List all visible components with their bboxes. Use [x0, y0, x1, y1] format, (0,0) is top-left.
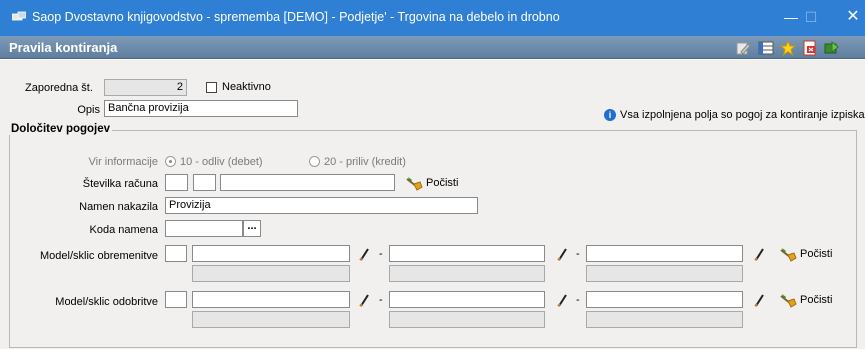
dash-separator: - [379, 294, 383, 306]
maximize-button[interactable]: ☐ [800, 8, 822, 26]
clear-label: Počisti [800, 248, 833, 260]
edit-icon[interactable] [735, 40, 751, 56]
clear-label: Počisti [800, 294, 833, 306]
koda-label: Koda namena [89, 224, 159, 236]
namen-field[interactable]: Provizija [165, 197, 478, 214]
sklic-obr-readonly-1 [192, 265, 350, 282]
sklic-obr-field-1[interactable] [192, 245, 350, 262]
pencil-icon[interactable] [358, 247, 370, 261]
app-icon [12, 11, 26, 21]
model-obr-field[interactable] [165, 245, 187, 262]
radio-priliv-label: 20 - priliv (kredit) [324, 156, 406, 168]
stevilka-part2-field[interactable] [193, 174, 216, 191]
broom-icon [780, 294, 797, 308]
neaktivno-label: Neaktivno [222, 81, 271, 93]
sklic-odo-field-3[interactable] [586, 291, 743, 308]
broom-icon [406, 177, 423, 191]
info-icon: i [604, 109, 616, 121]
sklic-odo-readonly-1 [192, 311, 350, 328]
pencil-icon[interactable] [556, 293, 568, 307]
radio-odliv[interactable] [165, 156, 176, 167]
broom-icon [780, 248, 797, 262]
vir-label: Vir informacije [88, 156, 159, 168]
star-icon[interactable] [780, 40, 796, 56]
neaktivno-checkbox[interactable] [206, 82, 217, 93]
model-odo-field[interactable] [165, 291, 187, 308]
conditions-group-title: Določitev pogojev [9, 123, 113, 135]
form-area: Zaporedna št. 2 Neaktivno Opis Bančna pr… [0, 60, 865, 349]
delete-icon[interactable] [802, 40, 818, 56]
form-title: Pravila kontiranja [9, 40, 118, 55]
sklic-obr-readonly-3 [586, 265, 743, 282]
sklic-odo-readonly-3 [586, 311, 743, 328]
model-odo-label: Model/sklic odobritve [55, 296, 158, 308]
sklic-odo-field-1[interactable] [192, 291, 350, 308]
zaporedna-field[interactable]: 2 [104, 79, 187, 96]
pencil-icon[interactable] [753, 293, 765, 307]
exit-icon[interactable] [823, 40, 839, 56]
dash-separator: - [576, 294, 580, 306]
window-title: Saop Dvostavno knjigovodstvo - sprememba… [32, 10, 560, 24]
sklic-obr-field-3[interactable] [586, 245, 743, 262]
sklic-obr-readonly-2 [389, 265, 545, 282]
form-header: Pravila kontiranja [0, 36, 865, 59]
minimize-button[interactable]: — [780, 8, 802, 26]
stevilka-part1-field[interactable] [165, 174, 188, 191]
pencil-icon[interactable] [753, 247, 765, 261]
dash-separator: - [379, 248, 383, 260]
koda-lookup-button[interactable]: ... [243, 220, 261, 237]
model-obr-label: Model/sklic obremenitve [40, 250, 158, 262]
pencil-icon[interactable] [358, 293, 370, 307]
opis-field[interactable]: Bančna provizija [104, 100, 298, 117]
radio-odliv-label: 10 - odliv (debet) [180, 156, 263, 168]
sklic-odo-readonly-2 [389, 311, 545, 328]
pencil-icon[interactable] [556, 247, 568, 261]
stevilka-label: Številka računa [82, 178, 158, 190]
dash-separator: - [576, 248, 580, 260]
stevilka-part3-field[interactable] [220, 174, 395, 191]
koda-field[interactable] [165, 220, 243, 237]
columns-icon[interactable] [758, 40, 774, 56]
info-text: Vsa izpolnjena polja so pogoj za kontira… [620, 109, 865, 121]
close-button[interactable]: ✕ [842, 8, 864, 26]
window-titlebar: Saop Dvostavno knjigovodstvo - sprememba… [0, 0, 865, 36]
namen-label: Namen nakazila [79, 201, 158, 213]
sklic-obr-field-2[interactable] [389, 245, 545, 262]
sklic-odo-field-2[interactable] [389, 291, 545, 308]
clear-label: Počisti [426, 177, 459, 189]
radio-priliv[interactable] [309, 156, 320, 167]
opis-label: Opis [77, 104, 100, 116]
zaporedna-label: Zaporedna št. [25, 82, 93, 94]
